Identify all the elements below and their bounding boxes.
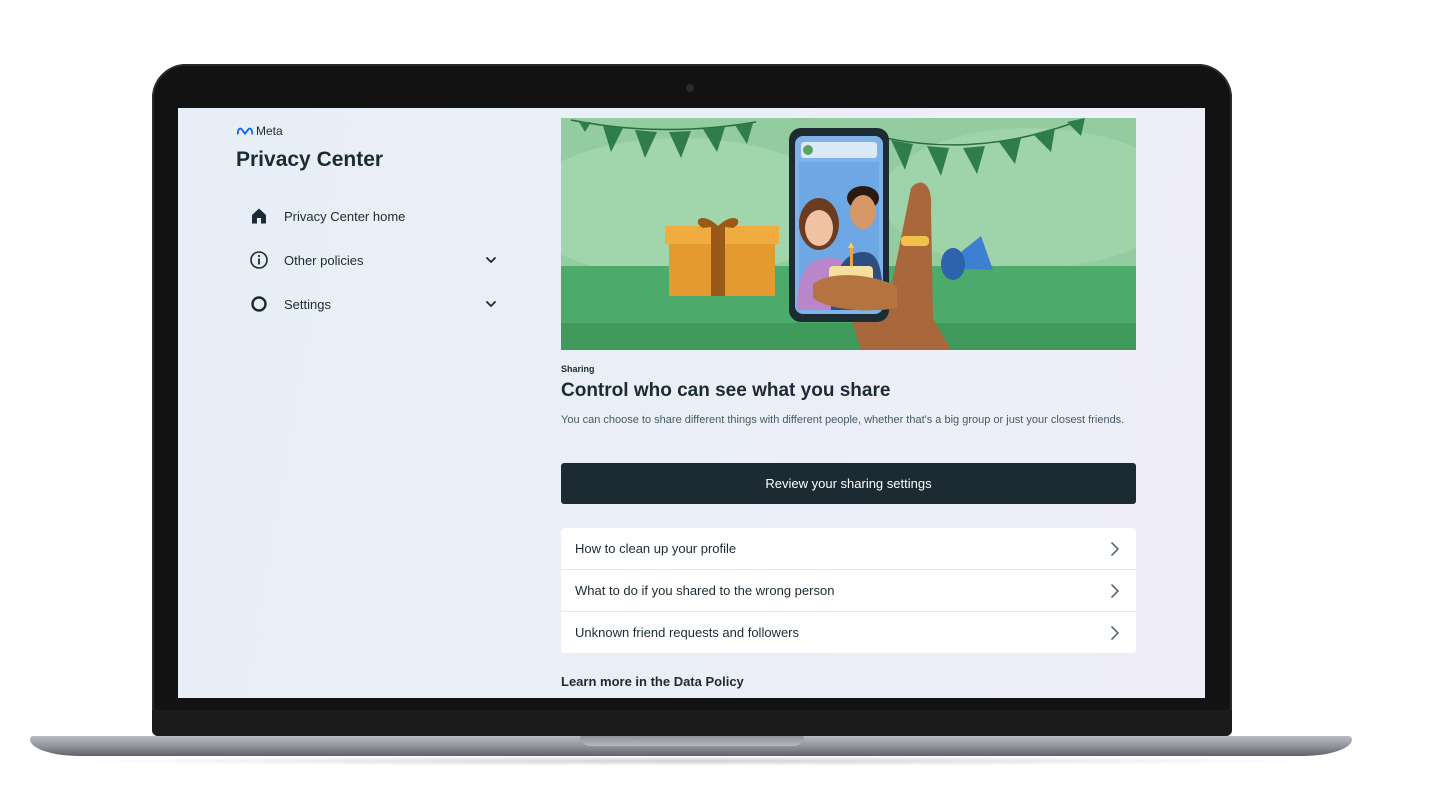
link-unknown-friend-requests[interactable]: Unknown friend requests and followers: [561, 612, 1136, 653]
chevron-down-icon[interactable]: [484, 253, 498, 267]
hero-illustration: [561, 118, 1136, 350]
brand-name: Meta: [256, 124, 283, 138]
data-policy-link[interactable]: Learn more in the Data Policy: [561, 674, 744, 689]
chevron-right-icon: [1111, 583, 1119, 598]
section-headline: Control who can see what you share: [561, 380, 891, 401]
sidebar-item-home[interactable]: Privacy Center home: [248, 194, 498, 238]
help-links-list: How to clean up your profile What to do …: [561, 528, 1136, 653]
sidebar-item-label: Other policies: [284, 252, 364, 268]
section-description: You can choose to share different things…: [561, 414, 1125, 426]
laptop-shadow: [60, 756, 1322, 766]
chevron-right-icon: [1111, 541, 1119, 556]
sidebar-item-label: Settings: [284, 296, 331, 312]
settings-ring-icon: [248, 293, 270, 315]
meta-logo-icon: [236, 127, 254, 136]
laptop-screen: Meta Privacy Center Privacy Center home …: [178, 108, 1205, 698]
sidebar-item-settings[interactable]: Settings: [248, 282, 498, 326]
chevron-right-icon: [1111, 625, 1119, 640]
meta-brand[interactable]: Meta: [236, 124, 283, 138]
chevron-down-icon[interactable]: [484, 297, 498, 311]
laptop-bottom-bezel: [152, 710, 1232, 736]
link-clean-up-profile[interactable]: How to clean up your profile: [561, 528, 1136, 570]
webcam: [686, 84, 694, 92]
sidebar-nav: Privacy Center home Other policies Setti…: [248, 194, 498, 326]
sidebar-item-other-policies[interactable]: Other policies: [248, 238, 498, 282]
section-eyebrow: Sharing: [561, 364, 595, 374]
sidebar-item-label: Privacy Center home: [284, 208, 406, 224]
review-sharing-settings-button[interactable]: Review your sharing settings: [561, 463, 1136, 504]
list-item-label: What to do if you shared to the wrong pe…: [575, 583, 835, 598]
link-shared-wrong-person[interactable]: What to do if you shared to the wrong pe…: [561, 570, 1136, 612]
info-circle-icon: [248, 249, 270, 271]
home-icon: [248, 205, 270, 227]
page-title: Privacy Center: [236, 148, 384, 171]
list-item-label: Unknown friend requests and followers: [575, 625, 800, 640]
laptop-notch: [580, 736, 804, 746]
list-item-label: How to clean up your profile: [575, 541, 737, 556]
birthday-illustration: [561, 118, 1136, 350]
